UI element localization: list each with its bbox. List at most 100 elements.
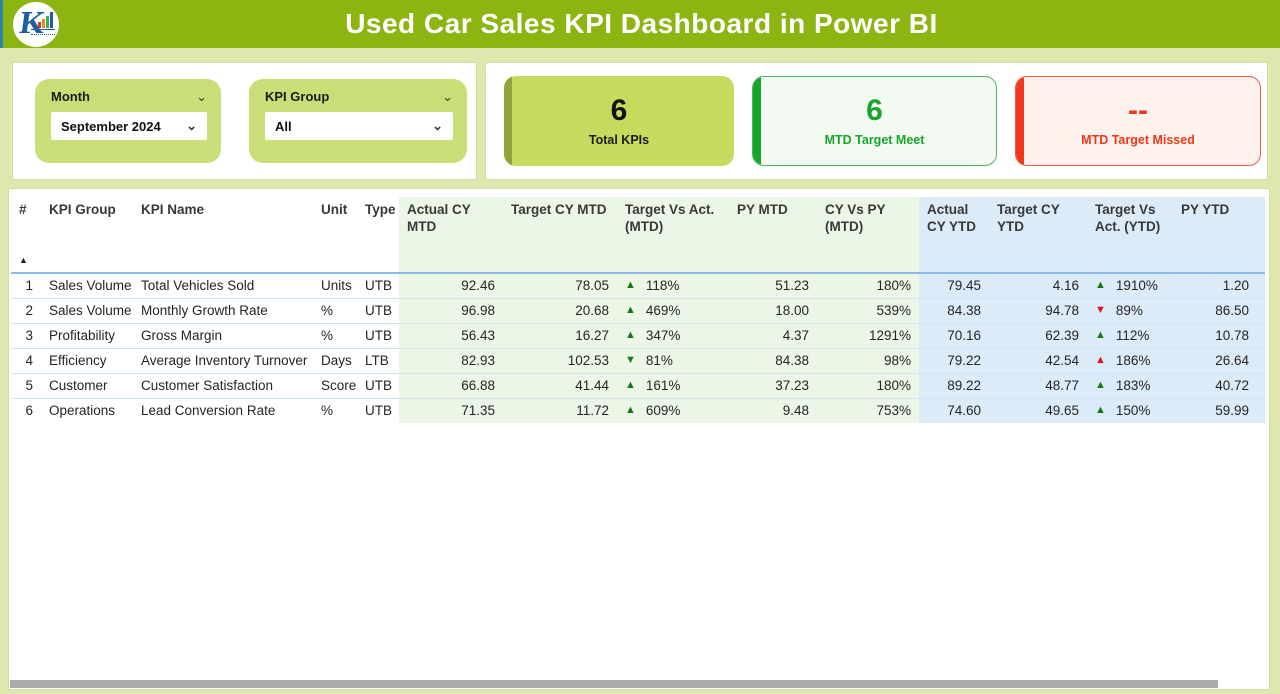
cell-py-ytd: 10.78 [1173,323,1257,348]
kpi-table-panel: #▲ KPI Group KPI Name Unit Type Actual C… [8,188,1270,690]
cell-num: 1 [11,273,41,298]
col-header-py-ytd[interactable]: PY YTD [1173,197,1257,273]
cell-cy-vs-py-ytd [1257,373,1265,398]
kpi-trend-arrow-icon: ▲ [1095,380,1106,391]
mtd-target-meet-card: 6 MTD Target Meet [752,76,997,166]
col-header-kpi-group[interactable]: KPI Group [41,197,133,273]
table-row: 5 Customer Customer Satisfaction Score U… [11,373,1265,398]
kpi-trend-arrow-icon: ▲ [625,330,636,341]
cell-actual-cy-mtd: 56.43 [399,323,503,348]
kpi-cards-panel: 6 Total KPIs 6 MTD Target Meet -- MTD Ta… [485,62,1268,180]
horizontal-scrollbar-thumb[interactable] [10,680,1218,688]
cell-target-cy-ytd: 4.16 [989,273,1087,298]
logo-underline [31,29,55,35]
cell-target-vs-act-mtd: ▼ 81% [617,348,729,373]
table-row: 2 Sales Volume Monthly Growth Rate % UTB… [11,298,1265,323]
cell-actual-cy-ytd: 74.60 [919,398,989,423]
chevron-down-icon[interactable]: ⌄ [196,92,207,102]
cell-cy-vs-py-ytd [1257,273,1265,298]
cell-target-cy-ytd: 42.54 [989,348,1087,373]
total-kpis-value: 6 [611,95,628,127]
cell-kpi-name: Customer Satisfaction [133,373,313,398]
cell-unit: Score [313,373,357,398]
col-header-cy-vs-py-mtd[interactable]: CY Vs PY (MTD) [817,197,919,273]
kpi-trend-arrow-icon: ▼ [625,355,636,366]
cell-type: UTB [357,323,399,348]
cell-kpi-group: Sales Volume [41,298,133,323]
mtd-target-missed-label: MTD Target Missed [1081,133,1195,147]
cell-target-vs-act-ytd: ▼89% [1087,298,1173,323]
col-header-actual-cy-ytd[interactable]: Actual CY YTD [919,197,989,273]
cell-tva-mtd-pct: 161% [646,378,681,393]
cell-target-vs-act-mtd: ▲161% [617,373,729,398]
cell-target-vs-act-ytd: ▲150% [1087,398,1173,423]
cell-actual-cy-mtd: 82.93 [399,348,503,373]
col-header-target-vs-act-mtd[interactable]: Target Vs Act. (MTD) [617,197,729,273]
col-header-target-vs-act-ytd[interactable]: Target Vs Act. (YTD) [1087,197,1173,273]
kpi-group-slicer: KPI Group ⌄ All ⌄ [249,79,467,163]
page-title: Used Car Sales KPI Dashboard in Power BI [345,8,938,40]
cell-unit: Days [313,348,357,373]
cell-actual-cy-ytd: 89.22 [919,373,989,398]
cell-cy-vs-py-mtd: 180% [817,273,919,298]
cell-num: 3 [11,323,41,348]
cell-target-cy-mtd: 78.05 [503,273,617,298]
cell-tva-ytd-pct: 183% [1116,378,1151,393]
cell-kpi-group: Operations [41,398,133,423]
cell-py-mtd: 51.23 [729,273,817,298]
cell-kpi-name: Average Inventory Turnover [133,348,313,373]
col-header-kpi-name[interactable]: KPI Name [133,197,313,273]
cell-tva-mtd-pct: 469% [646,303,681,318]
kpi-group-dropdown[interactable]: All ⌄ [265,112,453,140]
cell-tva-mtd-pct: 81% [646,353,673,368]
cell-kpi-group: Profitability [41,323,133,348]
cell-target-vs-act-ytd: ▲112% [1087,323,1173,348]
col-header-py-mtd[interactable]: PY MTD [729,197,817,273]
cell-cy-vs-py-ytd [1257,298,1265,323]
col-header-type[interactable]: Type [357,197,399,273]
kpi-group-dropdown-value: All [275,119,292,134]
cell-py-ytd: 86.50 [1173,298,1257,323]
cell-actual-cy-mtd: 66.88 [399,373,503,398]
cell-target-vs-act-ytd: ▲ 183% [1087,373,1173,398]
kpi-trend-arrow-icon: ▲ [625,405,636,416]
cell-num: 5 [11,373,41,398]
cell-type: LTB [357,348,399,373]
month-slicer: Month ⌄ September 2024 ⌄ [35,79,221,163]
cell-tva-mtd-pct: 347% [646,328,681,343]
cell-cy-vs-py-mtd: 180% [817,373,919,398]
table-row: 4 Efficiency Average Inventory Turnover … [11,348,1265,373]
col-header-unit[interactable]: Unit [313,197,357,273]
cell-py-ytd: 59.99 [1173,398,1257,423]
cell-py-mtd: 84.38 [729,348,817,373]
col-header-target-cy-mtd[interactable]: Target CY MTD [503,197,617,273]
company-logo: K [13,2,59,47]
cell-target-vs-act-mtd: ▲469% [617,298,729,323]
cell-target-cy-ytd: 48.77 [989,373,1087,398]
col-header-cy-vs-py-ytd[interactable]: CY Vs PY (YTD) [1257,197,1265,273]
cell-cy-vs-py-ytd [1257,398,1265,423]
col-header-target-cy-ytd[interactable]: Target CY YTD [989,197,1087,273]
cell-py-mtd: 4.37 [729,323,817,348]
cell-unit: % [313,323,357,348]
kpi-trend-arrow-icon: ▲ [1095,355,1106,366]
cell-cy-vs-py-mtd: 539% [817,298,919,323]
chevron-down-icon: ⌄ [432,121,443,131]
kpi-trend-arrow-icon: ▲ [1095,330,1106,341]
chevron-down-icon[interactable]: ⌄ [442,92,453,102]
cell-target-vs-act-ytd: ▲1910% [1087,273,1173,298]
horizontal-scrollbar[interactable] [10,679,1268,688]
cell-kpi-name: Lead Conversion Rate [133,398,313,423]
cell-type: UTB [357,298,399,323]
col-header-actual-cy-mtd[interactable]: Actual CY MTD [399,197,503,273]
card-accent-bar [504,76,512,166]
table-row: 3 Profitability Gross Margin % UTB 56.43… [11,323,1265,348]
month-dropdown-value: September 2024 [61,119,161,134]
cell-py-ytd: 40.72 [1173,373,1257,398]
cell-kpi-name: Total Vehicles Sold [133,273,313,298]
cell-actual-cy-ytd: 70.16 [919,323,989,348]
col-header-num[interactable]: #▲ [11,197,41,273]
cell-target-cy-ytd: 62.39 [989,323,1087,348]
table-header-row: #▲ KPI Group KPI Name Unit Type Actual C… [11,197,1265,273]
month-dropdown[interactable]: September 2024 ⌄ [51,112,207,140]
